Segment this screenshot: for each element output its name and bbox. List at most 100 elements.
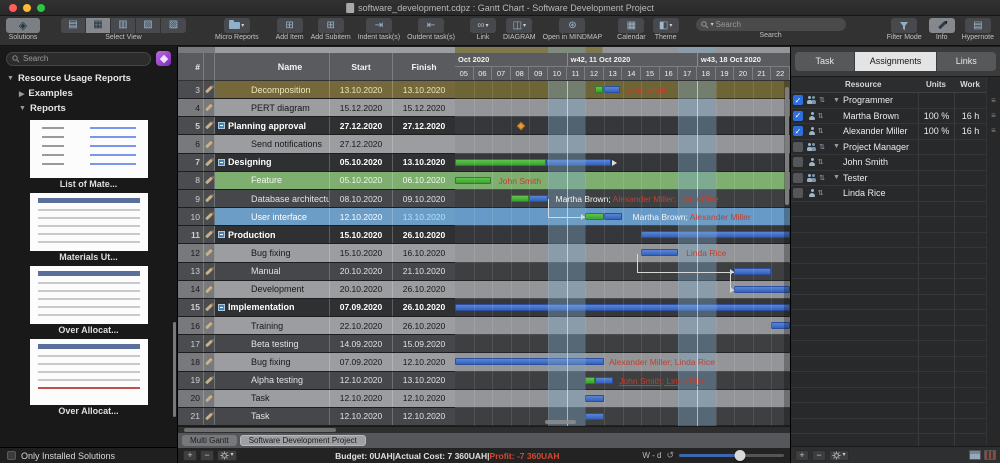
resource-row[interactable]: ⇅▼Project Manager: [791, 140, 986, 156]
search-input[interactable]: ▾ Search: [696, 18, 846, 31]
column-header-units[interactable]: Units: [918, 80, 954, 89]
tab-task[interactable]: Task: [795, 52, 854, 71]
tab-assignments[interactable]: Assignments: [855, 52, 935, 71]
task-bar[interactable]: [455, 159, 546, 166]
column-header-work[interactable]: Work: [954, 80, 986, 89]
view-resources-icon[interactable]: ▥: [111, 18, 136, 33]
gantt-row-8[interactable]: 8Feature05.10.202006.10.2020: [178, 172, 455, 190]
task-bar[interactable]: [585, 395, 603, 402]
timeline-zoom-slider[interactable]: [679, 450, 784, 461]
hypernote-button[interactable]: ▤ Hypernote: [962, 18, 994, 41]
resource-checkbox[interactable]: ✓: [793, 111, 803, 121]
task-bar[interactable]: [604, 213, 623, 220]
row-grip-icon[interactable]: ≡: [991, 127, 996, 135]
add-subitem-button[interactable]: ⊞ Add Subitem: [311, 18, 351, 41]
tree-item-examples[interactable]: ▶ Examples: [0, 86, 177, 101]
info-button[interactable]: Info: [929, 18, 955, 41]
gantt-row-10[interactable]: 10User interface12.10.202013.10.2020: [178, 208, 455, 226]
view-gantt-icon[interactable]: ▦: [86, 18, 111, 33]
only-installed-checkbox[interactable]: [7, 451, 16, 460]
tree-item-resource-usage-reports[interactable]: ▼ Resource Usage Reports: [0, 71, 177, 86]
resource-view-icon[interactable]: [969, 450, 981, 460]
gantt-row-12[interactable]: 12Bug fixing15.10.202016.10.2020: [178, 244, 455, 262]
open-in-mindmap-button[interactable]: ⊛ Open in MINDMAP: [543, 18, 603, 41]
collapse-icon[interactable]: [218, 304, 225, 311]
tree-item-reports[interactable]: ▼ Reports: [0, 101, 177, 116]
task-bar[interactable]: [604, 86, 620, 93]
theme-button[interactable]: ◧▾ Theme: [653, 18, 679, 41]
gantt-row-20[interactable]: 20Task12.10.202012.10.2020: [178, 390, 455, 408]
resource-checkbox[interactable]: ✓: [793, 126, 803, 136]
collapse-icon[interactable]: [218, 231, 225, 238]
gantt-row-14[interactable]: 14Development20.10.202026.10.2020: [178, 281, 455, 299]
gantt-row-19[interactable]: 19Alpha testing12.10.202013.10.2020: [178, 372, 455, 390]
tab-software-development-project[interactable]: Software Development Project: [240, 435, 366, 446]
task-bar[interactable]: [529, 195, 548, 202]
task-bar[interactable]: [455, 304, 790, 311]
solution-thumbnail[interactable]: Over Allocat...: [30, 266, 148, 336]
resource-row[interactable]: ✓⇅▼Programmer: [791, 93, 986, 109]
solution-thumbnail[interactable]: Materials Ut...: [30, 193, 148, 263]
task-bar[interactable]: [585, 213, 603, 220]
row-grip-icon[interactable]: ≡: [991, 112, 996, 120]
minimize-window-button[interactable]: [23, 4, 31, 12]
slider-knob[interactable]: [734, 450, 745, 461]
settings-gear-button[interactable]: ▾: [217, 450, 237, 461]
solutions-button[interactable]: ◈ Solutions: [6, 18, 40, 41]
diagram-button[interactable]: ◫▾ DIAGRAM: [503, 18, 536, 41]
resource-checkbox[interactable]: [793, 142, 803, 152]
outdent-tasks-button[interactable]: ⇤ Outdent task(s): [407, 18, 455, 41]
gantt-row-6[interactable]: 6Send notifications27.12.2020: [178, 135, 455, 153]
resource-row[interactable]: ✓⇅Martha Brown100 %16 h: [791, 109, 986, 125]
row-grip-icon[interactable]: ≡: [991, 97, 996, 105]
tab-multi-gantt[interactable]: Multi Gantt: [182, 435, 237, 446]
micro-reports-button[interactable]: ▾ Micro Reports: [215, 18, 259, 41]
resource-row[interactable]: ⇅Linda Rice: [791, 186, 986, 202]
task-bar[interactable]: [595, 377, 613, 384]
resource-checkbox[interactable]: [793, 173, 803, 183]
solutions-store-icon[interactable]: [156, 51, 171, 66]
chart-h-scrollbar[interactable]: [455, 420, 790, 425]
task-bar[interactable]: [585, 377, 594, 384]
column-header-finish[interactable]: Finish: [393, 53, 455, 81]
add-resource-button[interactable]: +: [795, 450, 809, 461]
zoom-window-button[interactable]: [37, 4, 45, 12]
add-task-button[interactable]: +: [183, 450, 197, 461]
task-bar[interactable]: [511, 195, 529, 202]
sidebar-search-input[interactable]: Search: [6, 52, 151, 66]
close-window-button[interactable]: [9, 4, 17, 12]
resource-row[interactable]: ✓⇅Alexander Miller100 %16 h: [791, 124, 986, 140]
column-header-resource[interactable]: Resource: [831, 80, 918, 89]
column-header-number[interactable]: #: [178, 53, 204, 81]
calendar-button[interactable]: ▦ Calendar: [617, 18, 645, 41]
collapse-icon[interactable]: [218, 159, 225, 166]
task-bar[interactable]: [641, 249, 678, 256]
solution-thumbnail[interactable]: List of Mate...: [30, 120, 148, 190]
task-bar[interactable]: [595, 86, 604, 93]
grid-view-icon[interactable]: [984, 450, 996, 460]
task-bar[interactable]: [455, 358, 604, 365]
indent-tasks-button[interactable]: ⇥ Indent task(s): [358, 18, 400, 41]
gantt-row-17[interactable]: 17Beta testing14.09.202015.09.2020: [178, 335, 455, 353]
task-bar[interactable]: [734, 268, 771, 275]
gantt-row-7[interactable]: 7Designing05.10.202013.10.2020: [178, 154, 455, 172]
view-report-icon[interactable]: ▤: [61, 18, 86, 33]
sidebar-scrollbar[interactable]: [173, 322, 176, 417]
column-header-name[interactable]: Name: [215, 53, 330, 81]
gantt-row-5[interactable]: 5Planning approval27.12.202027.12.2020: [178, 117, 455, 135]
tab-links[interactable]: Links: [937, 52, 996, 71]
task-bar[interactable]: [734, 286, 790, 293]
column-header-start[interactable]: Start: [330, 53, 393, 81]
filter-mode-button[interactable]: Filter Mode: [887, 18, 922, 41]
chart-v-scrollbar[interactable]: [784, 81, 790, 426]
resource-checkbox[interactable]: ✓: [793, 95, 803, 105]
panel-gear-button[interactable]: ▾: [829, 450, 849, 461]
gantt-row-3[interactable]: 3Decomposition13.10.202013.10.2020: [178, 81, 455, 99]
view-assignments-icon[interactable]: ▧: [136, 18, 161, 33]
view-document-icon[interactable]: ▨: [161, 18, 186, 33]
collapse-icon[interactable]: [218, 122, 225, 129]
link-button[interactable]: ∞▾ Link: [470, 18, 496, 41]
solution-thumbnail[interactable]: Over Allocat...: [30, 339, 148, 417]
gantt-row-13[interactable]: 13Manual20.10.202021.10.2020: [178, 263, 455, 281]
gantt-row-9[interactable]: 9Database architecture08.10.202009.10.20…: [178, 190, 455, 208]
